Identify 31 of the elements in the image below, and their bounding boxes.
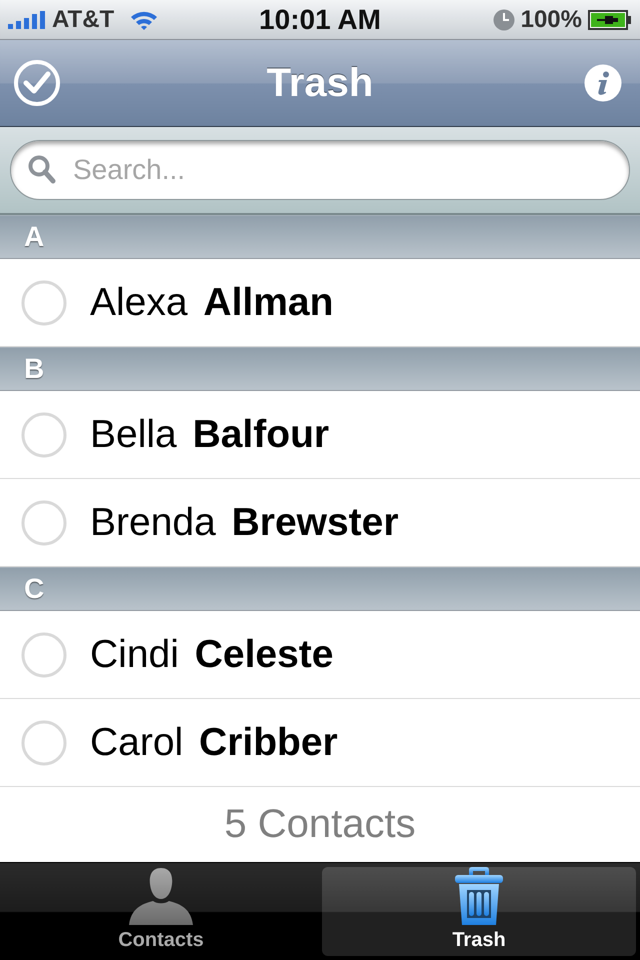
select-button[interactable] [12,58,62,108]
selection-circle-icon[interactable] [21,280,67,326]
contact-name: Brenda Brewster [90,500,399,544]
selection-circle-icon[interactable] [21,500,67,546]
contact-name: Carol Cribber [90,720,338,764]
clock-icon [492,8,515,30]
tab-button[interactable]: Trash [322,867,636,956]
carrier-name: AT&T [52,6,114,34]
signal-icon [8,10,46,28]
battery-percent: 100% [520,6,582,34]
selection-circle-icon[interactable] [21,632,67,678]
trash-icon [454,867,504,925]
screen-title: Trash [266,60,374,106]
wifi-icon [130,10,158,30]
person-icon [129,867,193,925]
contact-name: Alexa Allman [90,280,334,324]
contact-count: 5 Contacts [223,801,417,848]
battery-charging-icon [588,10,632,30]
checkmark-circle-icon [13,59,61,107]
tab-button[interactable]: Contacts [4,867,318,956]
search-icon [28,155,56,185]
section-header: A [0,215,640,259]
section-header: C [0,567,640,611]
info-icon [584,64,622,102]
status-time: 10:01 AM [258,4,382,36]
contact-name: Cindi Celeste [90,632,334,676]
selection-circle-icon[interactable] [21,720,67,766]
contact-name: Bella Balfour [90,412,330,456]
section-header: B [0,347,640,391]
selection-circle-icon[interactable] [21,412,67,458]
search-field[interactable]: Search... [10,140,630,200]
